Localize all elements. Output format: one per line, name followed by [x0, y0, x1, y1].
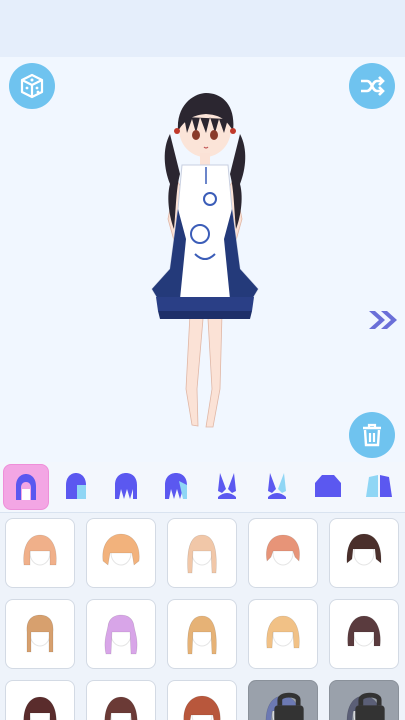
hair-thumbnail: [266, 534, 300, 566]
hair-thumbnail: [102, 533, 140, 566]
dress-outfit-icon: [366, 475, 392, 497]
double-chevron-right-icon[interactable]: [367, 309, 399, 331]
hair-thumbnail: [23, 696, 57, 720]
hair-thumbnail: [346, 533, 382, 566]
hair-item[interactable]: [167, 599, 237, 669]
hair-item[interactable]: [167, 518, 237, 588]
hair-item[interactable]: [248, 680, 318, 720]
bunny-ears-alt-icon: [268, 473, 286, 499]
lock-icon: [355, 692, 385, 720]
hair-thumbnail: [104, 696, 138, 720]
hair-item[interactable]: [86, 518, 156, 588]
tab-front-hair[interactable]: [54, 464, 98, 508]
hair-thumbnail: [23, 534, 57, 566]
hair-thumbnail: [187, 615, 217, 655]
dice-icon: [20, 73, 44, 99]
hair-thumbnail: [266, 615, 300, 649]
hair-item[interactable]: [86, 599, 156, 669]
hair-thumbnail: [104, 614, 138, 655]
hair-item[interactable]: [5, 680, 75, 720]
hair-item[interactable]: [86, 680, 156, 720]
tab-bunny-ears-alt[interactable]: [255, 464, 299, 508]
hair-item[interactable]: [329, 599, 399, 669]
tab-bunny-ears[interactable]: [205, 464, 249, 508]
tab-side-hair[interactable]: [154, 464, 198, 508]
hair-item[interactable]: [167, 680, 237, 720]
tab-bangs[interactable]: [104, 464, 148, 508]
category-tabs: [0, 462, 405, 513]
top-bar: [0, 0, 405, 57]
hair-item[interactable]: [329, 518, 399, 588]
bangs-icon: [115, 473, 137, 499]
hair-item[interactable]: [5, 599, 75, 669]
hair-item[interactable]: [329, 680, 399, 720]
delete-button[interactable]: [349, 412, 395, 458]
tab-dress-outfit[interactable]: [357, 464, 401, 508]
top-outfit-icon: [315, 475, 341, 497]
tab-top-outfit[interactable]: [306, 464, 350, 508]
hair-item-grid: [0, 513, 405, 720]
hair-thumbnail: [26, 614, 54, 653]
character-stage: [0, 57, 405, 462]
shuffle-icon: [361, 76, 385, 96]
side-hair-icon: [165, 473, 187, 499]
hair-thumbnail: [183, 695, 221, 720]
character-figure: [151, 93, 259, 428]
hair-thumbnail: [347, 615, 381, 647]
shuffle-button[interactable]: [349, 63, 395, 109]
hair-item[interactable]: [5, 518, 75, 588]
back-hair-icon: [16, 474, 36, 500]
random-button[interactable]: [9, 63, 55, 109]
trash-icon: [363, 423, 381, 447]
tab-back-hair[interactable]: [3, 464, 49, 510]
hair-item[interactable]: [248, 518, 318, 588]
hair-item[interactable]: [248, 599, 318, 669]
hair-thumbnail: [187, 534, 217, 574]
front-hair-icon: [66, 473, 86, 499]
bunny-ears-icon: [218, 473, 236, 499]
lock-icon: [274, 692, 304, 720]
